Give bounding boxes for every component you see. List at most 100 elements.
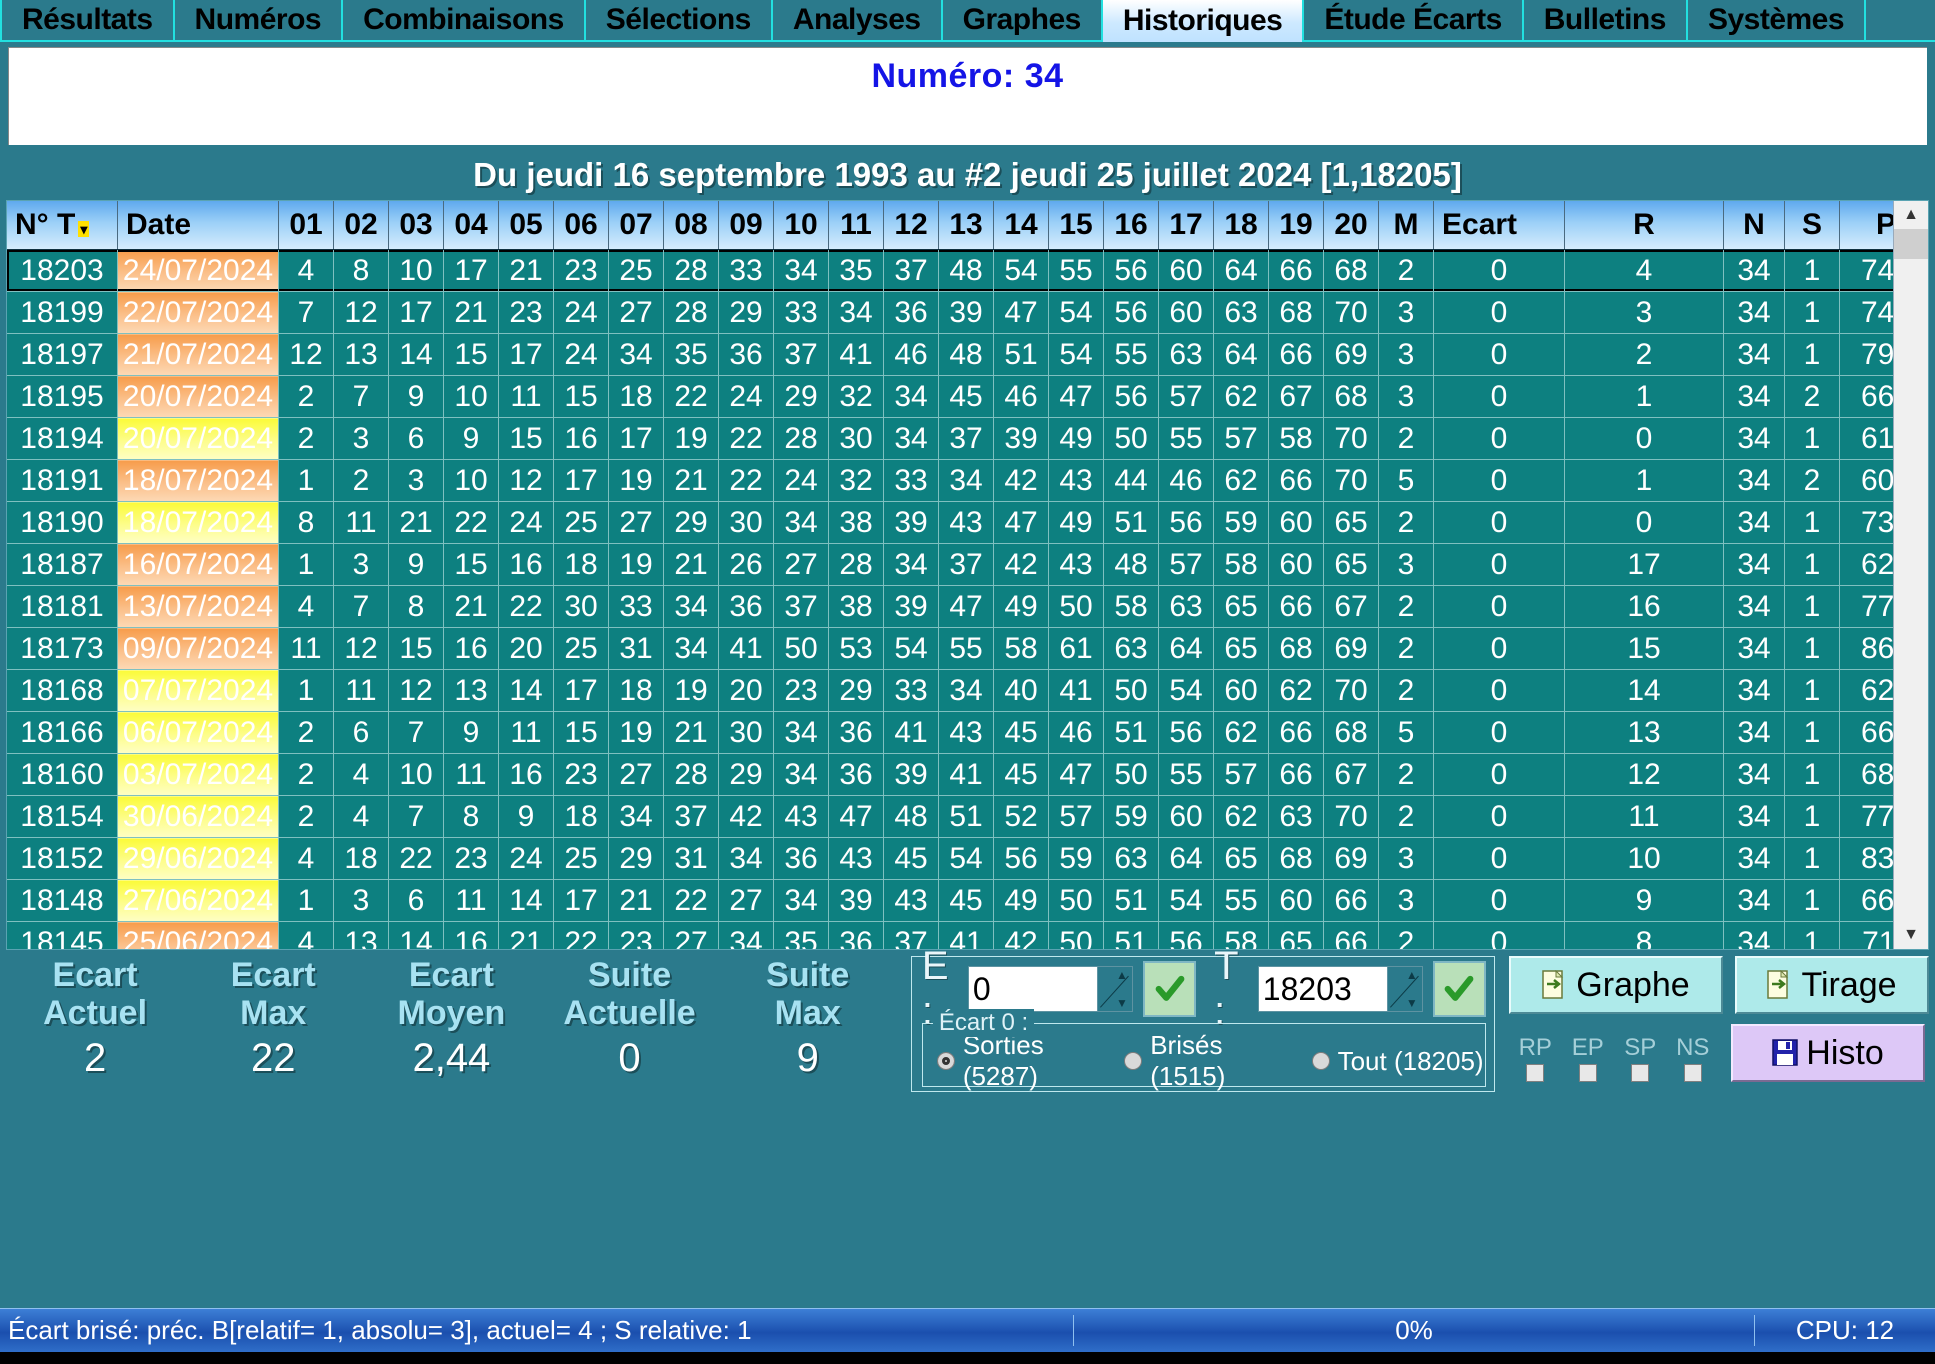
cell-ball-5[interactable]: 21 [498, 921, 554, 949]
cell-ball-14[interactable]: 51 [993, 333, 1049, 376]
cell-ball-8[interactable]: 21 [663, 543, 719, 586]
cell-ball-8[interactable]: 21 [663, 459, 719, 502]
cell-ball-6[interactable]: 17 [553, 459, 609, 502]
col-header-01[interactable]: 01 [278, 201, 334, 250]
cell-ball-15[interactable]: 54 [1048, 291, 1104, 334]
cell-ball-3[interactable]: 9 [388, 375, 444, 418]
cell-m[interactable]: 3 [1378, 837, 1434, 880]
cell-ecart[interactable]: 0 [1433, 417, 1565, 460]
cell-ecart[interactable]: 0 [1433, 921, 1565, 949]
cell-ball-2[interactable]: 7 [333, 375, 389, 418]
cell-p[interactable]: 616 [1839, 417, 1893, 460]
cell-ball-19[interactable]: 66 [1268, 459, 1324, 502]
col-header-13[interactable]: 13 [938, 201, 994, 250]
cell-ball-16[interactable]: 51 [1103, 921, 1159, 949]
col-header-p[interactable]: P [1839, 201, 1893, 250]
cell-s[interactable]: 1 [1784, 711, 1840, 754]
cell-ball-9[interactable]: 41 [718, 627, 774, 670]
vertical-scrollbar[interactable]: ▲ ▼ [1893, 201, 1928, 949]
cell-ball-12[interactable]: 43 [883, 879, 939, 922]
checkbox-group-rp[interactable]: RP [1509, 1036, 1562, 1082]
cell-ball-6[interactable]: 30 [553, 585, 609, 628]
e-input[interactable] [968, 967, 1097, 1011]
cell-ball-5[interactable]: 15 [498, 417, 554, 460]
cell-ball-4[interactable]: 17 [443, 249, 499, 292]
cell-ecart[interactable]: 0 [1433, 501, 1565, 544]
cell-ball-7[interactable]: 29 [608, 837, 664, 880]
cell-ball-11[interactable]: 36 [828, 921, 884, 949]
col-header-08[interactable]: 08 [663, 201, 719, 250]
cell-date[interactable]: 13/07/2024 [117, 585, 279, 628]
cell-ball-4[interactable]: 23 [443, 837, 499, 880]
cell-draw-number[interactable]: 18187 [7, 543, 118, 586]
cell-draw-number[interactable]: 18160 [7, 753, 118, 796]
cell-ball-3[interactable]: 3 [388, 459, 444, 502]
cell-ball-16[interactable]: 50 [1103, 417, 1159, 460]
cell-p[interactable]: 687 [1839, 753, 1893, 796]
scrollbar-track[interactable] [1894, 259, 1928, 921]
cell-ball-18[interactable]: 60 [1213, 669, 1269, 712]
cell-ball-10[interactable]: 23 [773, 669, 829, 712]
cell-ball-9[interactable]: 34 [718, 837, 774, 880]
cell-ball-10[interactable]: 50 [773, 627, 829, 670]
cell-ecart[interactable]: 0 [1433, 795, 1565, 838]
cell-draw-number[interactable]: 18166 [7, 711, 118, 754]
cell-n[interactable]: 34 [1723, 501, 1785, 544]
cell-ball-2[interactable]: 13 [333, 921, 389, 949]
cell-ball-17[interactable]: 54 [1158, 669, 1214, 712]
cell-ball-13[interactable]: 37 [938, 543, 994, 586]
cell-date[interactable]: 20/07/2024 [117, 417, 279, 460]
cell-ball-18[interactable]: 64 [1213, 333, 1269, 376]
cell-ball-17[interactable]: 64 [1158, 837, 1214, 880]
table-row[interactable]: 18187 16/07/2024 1 3 9 15 16 18 19 21 26 27 28 34 37 42… [7, 543, 1893, 586]
cell-ball-6[interactable]: 17 [553, 879, 609, 922]
col-header-s[interactable]: S [1784, 201, 1840, 250]
cell-m[interactable]: 2 [1378, 417, 1434, 460]
cell-s[interactable]: 1 [1784, 627, 1840, 670]
cell-ball-4[interactable]: 16 [443, 921, 499, 949]
cell-ball-17[interactable]: 57 [1158, 375, 1214, 418]
cell-ball-16[interactable]: 51 [1103, 879, 1159, 922]
cell-s[interactable]: 1 [1784, 333, 1840, 376]
cell-ball-6[interactable]: 18 [553, 543, 609, 586]
e-spinner[interactable]: ▲ ▼ [967, 966, 1133, 1012]
cell-ecart[interactable]: 0 [1433, 375, 1565, 418]
cell-ball-10[interactable]: 29 [773, 375, 829, 418]
cell-ball-13[interactable]: 55 [938, 627, 994, 670]
cell-ball-17[interactable]: 60 [1158, 249, 1214, 292]
cell-s[interactable]: 1 [1784, 879, 1840, 922]
cell-ball-12[interactable]: 37 [883, 921, 939, 949]
cell-ball-1[interactable]: 1 [278, 459, 334, 502]
cell-ball-1[interactable]: 1 [278, 669, 334, 712]
cell-s[interactable]: 1 [1784, 543, 1840, 586]
cell-m[interactable]: 2 [1378, 627, 1434, 670]
cell-p[interactable]: 773 [1839, 795, 1893, 838]
cell-draw-number[interactable]: 18173 [7, 627, 118, 670]
tab-analyses[interactable]: Analyses [770, 0, 943, 42]
cell-ball-5[interactable]: 14 [498, 669, 554, 712]
cell-ball-14[interactable]: 45 [993, 711, 1049, 754]
cell-draw-number[interactable]: 18194 [7, 417, 118, 460]
cell-ball-9[interactable]: 36 [718, 585, 774, 628]
cell-p[interactable]: 661 [1839, 375, 1893, 418]
t-spinner-down-icon[interactable]: ▼ [1406, 997, 1418, 1009]
cell-ball-19[interactable]: 60 [1268, 879, 1324, 922]
cell-ball-6[interactable]: 23 [553, 753, 609, 796]
cell-r[interactable]: 14 [1564, 669, 1724, 712]
cell-ball-5[interactable]: 11 [498, 711, 554, 754]
cell-n[interactable]: 34 [1723, 333, 1785, 376]
cell-ball-9[interactable]: 27 [718, 879, 774, 922]
cell-ball-5[interactable]: 20 [498, 627, 554, 670]
cell-ball-3[interactable]: 10 [388, 249, 444, 292]
cell-ball-12[interactable]: 34 [883, 375, 939, 418]
cell-ball-6[interactable]: 17 [553, 669, 609, 712]
cell-ball-3[interactable]: 6 [388, 417, 444, 460]
col-header-nt[interactable]: N° T ▾ [7, 201, 118, 250]
cell-ball-11[interactable]: 53 [828, 627, 884, 670]
cell-ball-20[interactable]: 69 [1323, 627, 1379, 670]
tab-num-ros[interactable]: Numéros [172, 0, 344, 42]
cell-r[interactable]: 17 [1564, 543, 1724, 586]
cell-draw-number[interactable]: 18191 [7, 459, 118, 502]
cell-ball-12[interactable]: 45 [883, 837, 939, 880]
cell-s[interactable]: 1 [1784, 753, 1840, 796]
